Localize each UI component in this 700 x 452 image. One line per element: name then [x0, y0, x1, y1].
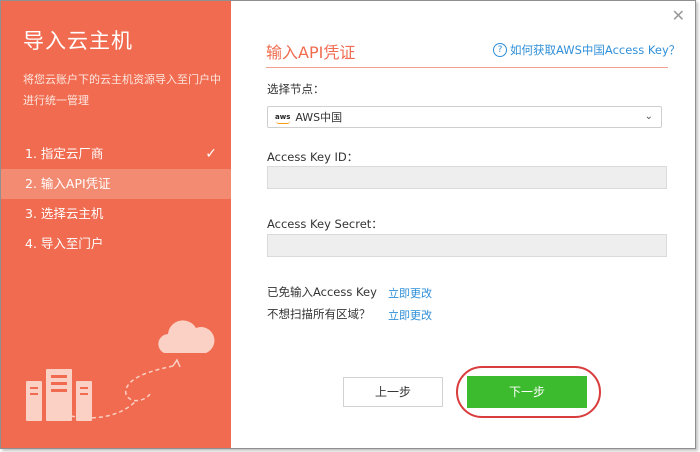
- region-select[interactable]: aws AWS中国 ⌄: [267, 106, 662, 128]
- check-icon: ✓: [205, 146, 217, 162]
- access-key-id-label: Access Key ID：: [267, 150, 359, 164]
- step-label: 3. 选择云主机: [25, 206, 104, 221]
- region-select-value: AWS中国: [295, 111, 343, 124]
- next-button[interactable]: 下一步: [467, 376, 587, 408]
- step-label: 2. 输入API凭证: [25, 176, 111, 191]
- skip-key-text: 已免输入Access Key: [267, 285, 377, 299]
- previous-button[interactable]: 上一步: [343, 377, 443, 407]
- sidebar-description: 将您云账户下的云主机资源导入至门户中进行统一管理: [23, 73, 221, 107]
- step-enter-api-credentials[interactable]: 2. 输入API凭证: [1, 169, 231, 199]
- step-import-to-portal[interactable]: 4. 导入至门户: [1, 229, 231, 259]
- cloud-server-illustration: [26, 320, 215, 421]
- change-key-link[interactable]: 立即更改: [388, 285, 432, 301]
- aws-logo-icon: aws: [275, 113, 291, 124]
- access-key-secret-field[interactable]: [267, 234, 667, 257]
- access-key-secret-label: Access Key Secret：: [267, 217, 383, 231]
- access-key-id-field[interactable]: [267, 166, 667, 189]
- import-dialog: 导入云主机 将您云账户下的云主机资源导入至门户中进行统一管理 1. 指定云厂商 …: [0, 0, 696, 449]
- help-link[interactable]: ? 如何获取AWS中国Access Key？: [493, 42, 680, 58]
- step-select-hosts[interactable]: 3. 选择云主机: [1, 199, 231, 229]
- sidebar-title: 导入云主机: [23, 29, 133, 53]
- help-link-text: 如何获取AWS中国Access Key？: [510, 43, 681, 57]
- step-label: 4. 导入至门户: [25, 236, 104, 251]
- step-specify-vendor[interactable]: 1. 指定云厂商 ✓: [1, 139, 231, 169]
- wizard-steps: 1. 指定云厂商 ✓ 2. 输入API凭证 3. 选择云主机 4. 导入至门户: [1, 139, 231, 259]
- close-icon[interactable]: ✕: [672, 6, 685, 25]
- region-label: 选择节点：: [267, 82, 325, 96]
- chevron-down-icon: ⌄: [644, 111, 653, 122]
- skip-region-text: 不想扫描所有区域？: [267, 307, 371, 321]
- server-icon: [26, 369, 92, 421]
- title-divider: [266, 67, 668, 68]
- help-icon: ?: [493, 43, 507, 57]
- cloud-icon: [158, 320, 215, 353]
- change-region-link[interactable]: 立即更改: [388, 307, 432, 323]
- wizard-sidebar: 导入云主机 将您云账户下的云主机资源导入至门户中进行统一管理 1. 指定云厂商 …: [1, 1, 231, 448]
- step-label: 1. 指定云厂商: [25, 146, 104, 161]
- page-title: 输入API凭证: [266, 43, 356, 62]
